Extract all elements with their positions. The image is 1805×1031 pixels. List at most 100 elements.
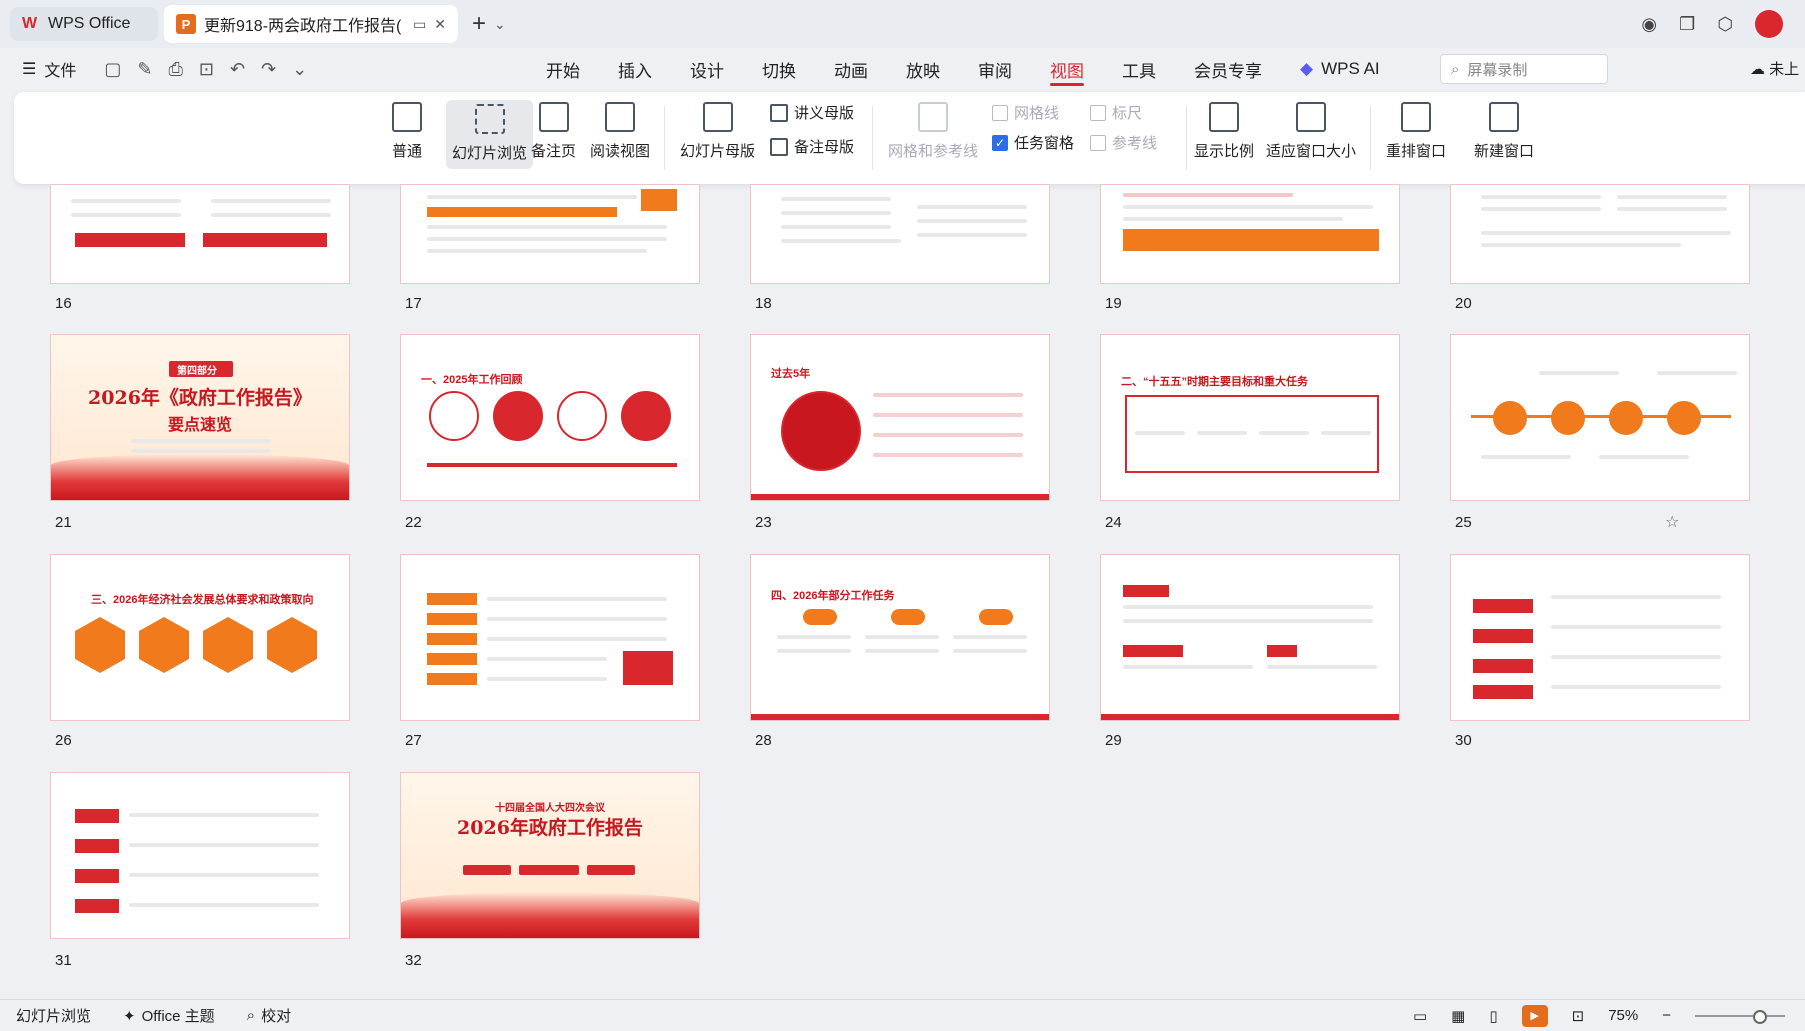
window-icon[interactable]: ❐	[1679, 14, 1695, 35]
proof-status[interactable]: ⌕ 校对	[247, 1005, 291, 1026]
slide-thumbnail[interactable]	[50, 772, 350, 939]
slide-thumbnail[interactable]	[750, 184, 1050, 284]
slide-subtitle: 要点速览	[167, 415, 232, 434]
slide-thumbnail[interactable]	[1450, 554, 1750, 721]
wps-ai-button[interactable]: ◆ WPS AI	[1300, 59, 1380, 79]
slide-thumbnail[interactable]: 一、2025年工作回顾	[400, 334, 700, 501]
assistant-icon[interactable]: ◉	[1641, 14, 1657, 35]
status-bar: 幻灯片浏览 ✦ Office 主题 ⌕ 校对 ▭ ▦ ▯ ▶ ⊡ 75% −	[0, 999, 1805, 1031]
slide-number: 28	[755, 732, 772, 749]
play-icon[interactable]: ▶	[1521, 1004, 1548, 1027]
document-tab[interactable]: P 更新918-两会政府工作报告( ▭ ✕	[164, 5, 458, 43]
wps-ai-label: WPS AI	[1321, 59, 1380, 78]
print-icon[interactable]: ⎙	[168, 59, 182, 80]
new-tab-icon[interactable]: +	[472, 10, 486, 38]
search-input[interactable]: ⌕ 屏幕录制	[1440, 54, 1608, 84]
normal-view-button[interactable]: 普通	[392, 102, 422, 161]
slide-thumbnail[interactable]	[50, 184, 350, 284]
slide-part-label: 第四部分	[177, 366, 217, 377]
slide-sorter-icon[interactable]: ▦	[1451, 1007, 1465, 1025]
tab-member[interactable]: 会员专享	[1194, 48, 1262, 90]
brush-icon[interactable]: ✎	[137, 59, 152, 80]
handout-master-icon	[770, 103, 788, 122]
slide-master-button[interactable]: 幻灯片母版	[680, 102, 755, 161]
notes-page-button[interactable]: 备注页	[531, 102, 576, 161]
reading-view-icon[interactable]: ▯	[1489, 1007, 1497, 1025]
notes-master-button[interactable]: 备注母版	[770, 136, 854, 157]
new-window-button[interactable]: 新建窗口	[1474, 102, 1534, 161]
file-menu-label: 文件	[44, 63, 77, 80]
slide-thumbnail[interactable]: 四、2026年部分工作任务	[750, 554, 1050, 721]
zoom-out-icon[interactable]: −	[1662, 1007, 1671, 1024]
cloud-upload-button[interactable]: ☁ 未上	[1750, 58, 1799, 79]
slide-browse-button[interactable]: 幻灯片浏览	[446, 100, 534, 169]
fit-window-button[interactable]: 适应窗口大小	[1266, 102, 1356, 161]
task-pane-checkbox[interactable]: ✓ 任务窗格	[992, 132, 1074, 153]
hamburger-icon: ☰	[22, 61, 37, 78]
ribbon-divider	[1370, 106, 1371, 170]
slide-thumbnail[interactable]	[1100, 184, 1400, 284]
file-menu[interactable]: ☰ 文件	[22, 57, 76, 81]
title-bar: W WPS Office P 更新918-两会政府工作报告( ▭ ✕ + ⌄ ◉…	[0, 0, 1805, 48]
slide-thumbnail[interactable]: 三、2026年经济社会发展总体要求和政策取向	[50, 554, 350, 721]
slide-thumbnail[interactable]	[400, 554, 700, 721]
view-ribbon: 普通 幻灯片浏览 备注页 阅读视图 幻灯片母版 讲义母版 备注母版 网格和参考线…	[14, 92, 1805, 184]
arrange-window-button[interactable]: 重排窗口	[1386, 102, 1446, 161]
tab-view[interactable]: 视图	[1050, 48, 1084, 90]
tab-tools[interactable]: 工具	[1122, 48, 1156, 90]
chevron-down-icon[interactable]: ⌄	[494, 16, 506, 33]
view-status[interactable]: 幻灯片浏览	[16, 1005, 91, 1026]
slide-thumbnail[interactable]	[1450, 334, 1750, 501]
close-tab-icon[interactable]: ✕	[434, 16, 446, 33]
task-pane-check-icon: ✓	[992, 134, 1008, 151]
grid-guides-button[interactable]: 网格和参考线	[888, 102, 978, 161]
undo-icon[interactable]: ↶	[230, 59, 245, 80]
ribbon-divider	[872, 106, 873, 170]
normal-view-icon[interactable]: ▭	[1413, 1007, 1427, 1025]
reading-view-button[interactable]: 阅读视图	[590, 102, 650, 161]
slide-top-label: 十四届全国人大四次会议	[495, 803, 605, 814]
tab-insert[interactable]: 插入	[618, 48, 652, 90]
redo-icon[interactable]: ↷	[261, 59, 276, 80]
zoom-ratio-button[interactable]: 显示比例	[1194, 102, 1254, 161]
slide-thumbnail[interactable]: 二、“十五五”时期主要目标和重大任务	[1100, 334, 1400, 501]
star-icon[interactable]: ☆	[1665, 512, 1679, 532]
more-icon[interactable]: ⌄	[292, 59, 307, 80]
print-preview-icon[interactable]: ⊡	[199, 59, 214, 80]
grid-icon	[918, 102, 948, 132]
slide-thumbnail[interactable]: 第四部分 2026年《政府工作报告》 要点速览	[50, 334, 350, 501]
slide-thumbnail[interactable]	[1100, 554, 1400, 721]
proof-icon: ⌕	[246, 1007, 256, 1024]
slide-thumbnail[interactable]	[400, 184, 700, 284]
slide-browse-label: 幻灯片浏览	[452, 145, 528, 162]
slide-title: 四、2026年部分工作任务	[771, 590, 895, 602]
home-tab[interactable]: W WPS Office	[10, 7, 158, 41]
guides-checkbox[interactable]: 参考线	[1090, 132, 1157, 153]
tab-review[interactable]: 审阅	[978, 48, 1012, 90]
monitor-icon[interactable]: ▭	[413, 16, 426, 33]
fit-icon[interactable]: ⊡	[1572, 1007, 1585, 1025]
theme-label: Office 主题	[141, 1008, 215, 1025]
slide-thumbnail[interactable]: 过去5年	[750, 334, 1050, 501]
tab-home[interactable]: 开始	[546, 48, 580, 90]
tab-animation[interactable]: 动画	[834, 48, 868, 90]
slide-title: 2026年《政府工作报告》	[88, 387, 312, 409]
zoom-level[interactable]: 75%	[1608, 1007, 1638, 1024]
tab-transition[interactable]: 切换	[762, 48, 796, 90]
handout-master-label: 讲义母版	[794, 105, 855, 122]
tab-design[interactable]: 设计	[690, 48, 724, 90]
gridlines-checkbox[interactable]: 网格线	[992, 102, 1059, 123]
theme-status[interactable]: ✦ Office 主题	[123, 1005, 215, 1026]
slide-thumbnail[interactable]	[1450, 184, 1750, 284]
ruler-checkbox[interactable]: 标尺	[1090, 102, 1142, 123]
menu-bar: ☰ 文件 ▢ ✎ ⎙ ⊡ ↶ ↷ ⌄ 开始 插入 设计 切换 动画 放映 审阅 …	[0, 48, 1805, 90]
avatar[interactable]	[1755, 10, 1783, 38]
slide-thumbnail[interactable]: 十四届全国人大四次会议 2026年政府工作报告	[400, 772, 700, 939]
tab-slideshow[interactable]: 放映	[906, 48, 940, 90]
handout-master-button[interactable]: 讲义母版	[770, 102, 854, 123]
save-icon[interactable]: ▢	[104, 59, 121, 80]
ribbon-divider	[664, 106, 665, 170]
slide-number: 23	[755, 514, 772, 531]
cube-icon[interactable]: ⬡	[1717, 14, 1733, 35]
zoom-slider[interactable]	[1695, 1009, 1785, 1024]
